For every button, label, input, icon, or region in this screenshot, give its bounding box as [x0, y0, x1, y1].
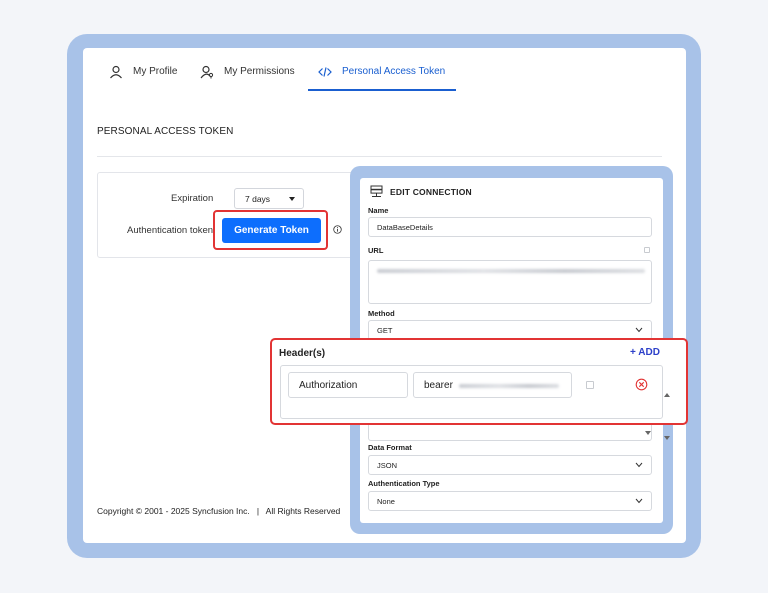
url-checkbox[interactable] [644, 247, 650, 253]
auth-type-value: None [377, 497, 395, 506]
header-value-input[interactable]: bearer [413, 372, 572, 398]
database-icon [370, 185, 383, 197]
method-label: Method [368, 309, 395, 318]
header-checkbox[interactable] [586, 381, 594, 389]
name-label: Name [368, 206, 389, 215]
scroll-down-icon[interactable] [645, 431, 651, 435]
tab-my-permissions[interactable]: My Permissions [200, 65, 295, 91]
url-label: URL [368, 246, 384, 255]
data-format-select[interactable]: JSON [368, 455, 652, 475]
data-format-value: JSON [377, 461, 398, 470]
tab-label: My Profile [133, 66, 178, 77]
info-icon[interactable] [333, 225, 342, 234]
footer-copyright: Copyright © 2001 - 2025 Syncfusion Inc. … [97, 506, 341, 516]
caret-down-icon [289, 197, 295, 201]
data-format-label: Data Format [368, 443, 412, 452]
scroll-down-icon[interactable] [664, 436, 670, 440]
header-value-prefix: bearer [424, 380, 453, 391]
header-key-value: Authorization [299, 380, 358, 391]
generate-token-button[interactable]: Generate Token [222, 218, 321, 243]
auth-type-label: Authentication Type [368, 479, 440, 488]
chevron-down-icon [635, 498, 643, 504]
chevron-down-icon [635, 327, 643, 333]
user-key-icon [200, 65, 214, 79]
tab-bar: My Profile My Permissions Personal Acces… [83, 48, 686, 91]
name-value: DataBaseDetails [377, 223, 433, 232]
name-input[interactable]: DataBaseDetails [368, 217, 652, 237]
auth-type-select[interactable]: None [368, 491, 652, 511]
headers-panel: Header(s) + ADD Authorization bearer [270, 338, 688, 440]
page-title: PERSONAL ACCESS TOKEN [97, 126, 234, 137]
tab-label: Personal Access Token [342, 66, 446, 77]
tab-label: My Permissions [224, 66, 295, 77]
remove-circle-icon[interactable] [635, 378, 648, 391]
scroll-up-icon[interactable] [664, 393, 670, 397]
url-redacted [377, 269, 645, 273]
url-input[interactable] [368, 260, 652, 304]
method-select[interactable]: GET [368, 320, 652, 340]
dialog-title: EDIT CONNECTION [390, 187, 472, 197]
code-icon [318, 67, 332, 77]
chevron-down-icon [635, 462, 643, 468]
user-icon [110, 65, 122, 79]
header-key-input[interactable]: Authorization [288, 372, 408, 398]
tab-my-profile[interactable]: My Profile [109, 65, 178, 91]
method-value: GET [377, 326, 393, 335]
expiration-select[interactable]: 7 days [234, 188, 304, 209]
divider [97, 156, 662, 157]
auth-token-label: Authentication token [127, 225, 214, 236]
add-header-button[interactable]: + ADD [630, 347, 660, 358]
expiration-value: 7 days [245, 194, 271, 204]
headers-title: Header(s) [279, 348, 326, 359]
tab-personal-access-token[interactable]: Personal Access Token [307, 66, 457, 91]
expiration-label: Expiration [171, 193, 214, 204]
header-value-redacted [459, 384, 559, 388]
